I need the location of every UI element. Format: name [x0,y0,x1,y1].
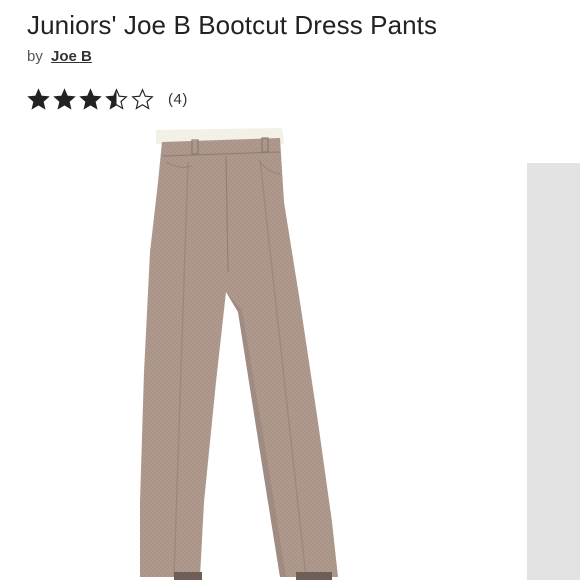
star-filled-icon [53,88,76,110]
product-image[interactable] [110,122,370,580]
shoe-left [174,572,202,580]
image-gallery-panel[interactable] [527,163,580,580]
star-empty-icon [131,88,154,110]
rating-row: (4) [27,88,188,111]
star-half-icon [105,88,128,110]
brand-link[interactable]: Joe B [51,48,92,65]
shoe-right [296,572,332,580]
by-label: by [27,48,43,65]
star-rating [27,88,154,111]
review-count-link[interactable]: (4) [168,91,188,108]
star-filled-icon [79,88,102,110]
pants-body [140,138,338,577]
product-title: Juniors' Joe B Bootcut Dress Pants [27,10,438,40]
byline: by Joe B [27,48,92,65]
star-filled-icon [27,88,50,110]
